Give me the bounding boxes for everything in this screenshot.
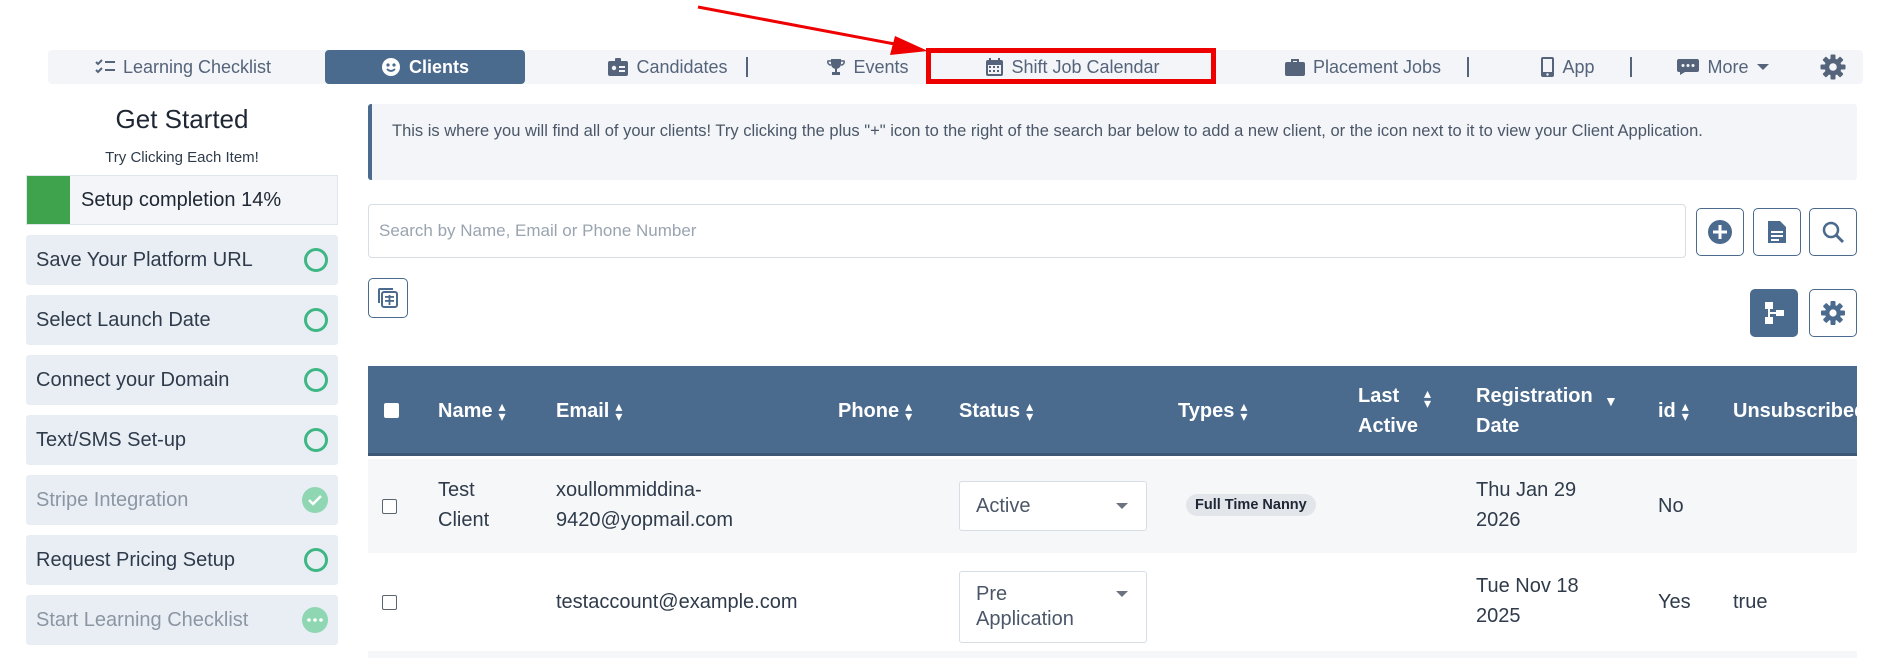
- cell-id: Yes: [1658, 591, 1691, 613]
- status-select[interactable]: Pre Application: [959, 571, 1147, 643]
- table-row[interactable]: Test Client xoullommiddina- 9420@yopmail.c…: [368, 459, 1857, 553]
- task-label: Connect your Domain: [36, 368, 230, 391]
- task-label: Save Your Platform URL: [36, 248, 253, 271]
- setup-progress-bar: Setup completion 14%: [26, 175, 338, 225]
- cell-unsubscribed: true: [1733, 591, 1768, 613]
- sort-icon: ▴ ▾: [498, 398, 506, 424]
- ellipsis-circle-icon: [302, 607, 328, 633]
- check-circle-icon: [302, 487, 328, 513]
- column-header-last-active[interactable]: Last Active ▴ ▾: [1358, 366, 1448, 456]
- task-stripe-integration[interactable]: Stripe Integration: [26, 475, 338, 525]
- column-header-id[interactable]: id ▴ ▾: [1658, 366, 1689, 456]
- chevron-down-icon: [1116, 503, 1128, 509]
- cell-registration-date: Tue Nov 18 2025: [1476, 575, 1579, 627]
- info-text: This is where you will find all of your …: [392, 122, 1703, 140]
- task-request-pricing-setup[interactable]: Request Pricing Setup: [26, 535, 338, 585]
- column-header-unsubscribed[interactable]: Unsubscribed: [1733, 366, 1857, 456]
- column-header-email[interactable]: Email ▴ ▾: [556, 366, 622, 456]
- column-header-name[interactable]: Name ▴ ▾: [438, 366, 506, 456]
- table-row[interactable]: [368, 651, 1857, 658]
- sort-icon: ▴ ▾: [1424, 385, 1432, 411]
- get-started-sidebar: Get Started Try Clicking Each Item! Setu…: [26, 100, 338, 645]
- hierarchy-icon: [1765, 302, 1784, 324]
- chevron-down-icon: [1116, 591, 1128, 597]
- sort-icon: ▴ ▾: [905, 398, 913, 424]
- circle-outline-icon: [304, 428, 328, 452]
- column-header-status[interactable]: Status ▴ ▾: [959, 366, 1033, 456]
- sort-icon: ▴ ▾: [1240, 398, 1248, 424]
- document-icon: [1768, 221, 1786, 243]
- search-button[interactable]: [1809, 208, 1857, 256]
- cell-registration-date: Thu Jan 29 2026: [1476, 479, 1577, 531]
- progress-label: Setup completion 14%: [81, 188, 282, 211]
- sidebar-title: Get Started: [115, 104, 249, 134]
- task-label: Start Learning Checklist: [36, 608, 249, 631]
- circle-outline-icon: [304, 248, 328, 272]
- select-all-checkbox[interactable]: [384, 403, 399, 418]
- circle-outline-icon: [304, 308, 328, 332]
- table-row[interactable]: testaccount@example.com Pre Application T…: [368, 553, 1857, 651]
- sort-desc-icon: ▼: [1604, 393, 1618, 409]
- export-button[interactable]: [368, 278, 408, 318]
- task-connect-domain[interactable]: Connect your Domain: [26, 355, 338, 405]
- client-application-button[interactable]: [1753, 208, 1801, 256]
- task-label: Stripe Integration: [36, 488, 189, 511]
- row-checkbox[interactable]: [382, 499, 397, 514]
- sidebar-subtitle: Try Clicking Each Item!: [105, 149, 259, 166]
- row-checkbox[interactable]: [382, 595, 397, 610]
- search-input[interactable]: [368, 204, 1686, 258]
- gear-icon: [1821, 301, 1845, 325]
- type-badge: Full Time Nanny: [1186, 494, 1316, 516]
- sort-icon: ▴ ▾: [615, 398, 623, 424]
- table-settings-button[interactable]: [1809, 289, 1857, 337]
- task-label: Text/SMS Set-up: [36, 428, 187, 451]
- cell-email: testaccount@example.com: [556, 591, 798, 613]
- info-callout: This is where you will find all of your …: [368, 104, 1857, 180]
- column-header-registration-date[interactable]: Registration Date ▼: [1476, 366, 1626, 456]
- clients-table: Name ▴ ▾ Email ▴ ▾ Phone ▴ ▾ Status ▴ ▾ Types ▴ ▾ …: [368, 366, 1857, 658]
- copy-table-icon: [378, 288, 398, 308]
- plus-circle-icon: [1708, 220, 1732, 244]
- cell-name: Test Client: [438, 479, 490, 531]
- task-start-learning-checklist[interactable]: Start Learning Checklist: [26, 595, 338, 645]
- add-client-button[interactable]: [1696, 208, 1744, 256]
- task-label: Request Pricing Setup: [36, 548, 236, 571]
- red-arrow-annotation: [697, 5, 928, 55]
- circle-outline-icon: [304, 368, 328, 392]
- sort-icon: ▴ ▾: [1026, 398, 1034, 424]
- table-header: Name ▴ ▾ Email ▴ ▾ Phone ▴ ▾ Status ▴ ▾ Types ▴ ▾ …: [368, 366, 1857, 456]
- status-select[interactable]: Active: [959, 481, 1147, 531]
- column-header-types[interactable]: Types ▴ ▾: [1178, 366, 1247, 456]
- task-save-platform-url[interactable]: Save Your Platform URL: [26, 235, 338, 285]
- circle-outline-icon: [304, 548, 328, 572]
- progress-fill: [27, 176, 71, 224]
- column-layout-button[interactable]: [1750, 289, 1798, 337]
- task-select-launch-date[interactable]: Select Launch Date: [26, 295, 338, 345]
- search-icon: [1822, 221, 1845, 244]
- sort-icon: ▴ ▾: [1681, 398, 1689, 424]
- task-label: Select Launch Date: [36, 308, 211, 331]
- task-text-sms-setup[interactable]: Text/SMS Set-up: [26, 415, 338, 465]
- cell-email: xoullommiddina- 9420@yopmail.com: [556, 479, 734, 531]
- column-header-phone[interactable]: Phone ▴ ▾: [838, 366, 912, 456]
- cell-id: No: [1658, 495, 1684, 517]
